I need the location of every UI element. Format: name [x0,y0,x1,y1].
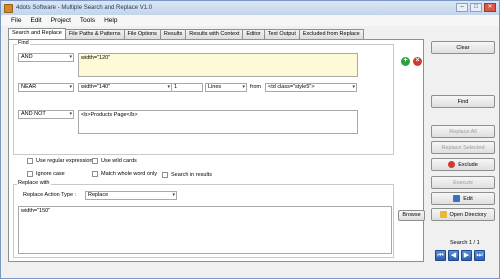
find-operator-2[interactable]: NEAR [18,83,74,92]
maximize-button[interactable]: □ [470,3,482,12]
replace-text-input[interactable]: width="150" [18,206,392,254]
find-text-2[interactable]: width="140" [78,83,172,92]
menu-file[interactable]: File [11,17,21,24]
menu-edit[interactable]: Edit [30,17,41,24]
ignore-case-checkbox[interactable]: Ignore case [27,171,65,177]
tab-file-options[interactable]: File Options [123,29,161,39]
exclude-label: Exclude [458,161,478,168]
find-button[interactable]: Find [431,95,495,108]
tab-excluded-from-replace[interactable]: Excluded from Replace [298,29,364,39]
exclude-icon [448,161,456,168]
search-in-results-checkbox-box[interactable] [162,172,168,178]
execute-button[interactable]: Execute [431,176,495,189]
tab-results[interactable]: Results [159,29,187,39]
remove-condition-icon[interactable]: × [413,57,422,66]
whole-word-label: Match whole word only [101,171,157,177]
find-text-3[interactable]: <b>Products Page</b> [78,110,358,134]
window-title: 4dots Software - Multiple Search and Rep… [16,5,153,11]
tab-strip: Search and Replace File Paths & Patterns… [8,28,364,39]
tab-file-paths[interactable]: File Paths & Patterns [64,29,125,39]
whole-word-checkbox-box[interactable] [92,171,98,177]
clear-label: Clear [456,44,470,51]
regex-label: Use regular expression [36,158,93,164]
app-window: 4dots Software - Multiple Search and Rep… [0,0,500,279]
exclude-button[interactable]: Exclude [431,158,495,171]
open-directory-label: Open Directory [449,211,487,218]
menu-project[interactable]: Project [51,17,71,24]
find-group-label: Find [17,40,30,46]
execute-label: Execute [453,179,473,186]
app-logo-icon [4,3,13,13]
near-count-input[interactable]: 1 [171,83,203,92]
edit-button[interactable]: Edit [431,192,495,205]
tab-search-and-replace[interactable]: Search and Replace [8,28,66,39]
replace-group-label: Replace with [17,180,51,186]
window-controls: – □ ✕ [456,3,496,12]
replace-action-select[interactable]: Replace [85,191,177,200]
clear-button[interactable]: Clear [431,41,495,54]
add-condition-icon[interactable]: + [401,57,410,66]
menu-help[interactable]: Help [104,17,117,24]
first-result-button[interactable]: ⏮ [435,250,446,261]
menu-bar: File Edit Project Tools Help [1,15,499,26]
search-counter: Search 1 / 1 [450,240,480,246]
wildcards-label: Use wild cards [101,158,137,164]
tab-text-output[interactable]: Text Output [263,29,300,39]
tab-editor[interactable]: Editor [242,29,265,39]
folder-icon [439,211,447,218]
find-operator-3[interactable]: AND NOT [18,110,74,119]
edit-label: Edit [463,195,473,202]
whole-word-checkbox[interactable]: Match whole word only [92,171,157,177]
browse-button[interactable]: Browse [398,210,425,221]
near-from-select[interactable]: <td class="style5"> [265,83,357,92]
near-unit-select[interactable]: Lines [205,83,247,92]
regex-checkbox[interactable]: Use regular expression [27,158,93,164]
edit-icon [453,195,461,202]
from-label: from [250,84,261,90]
replace-selected-label: Replace Selected [441,144,485,151]
wildcards-checkbox[interactable]: Use wild cards [92,158,137,164]
search-in-results-label: Search in results [171,172,212,178]
menu-tools[interactable]: Tools [80,17,95,24]
wildcards-checkbox-box[interactable] [92,158,98,164]
close-button[interactable]: ✕ [484,3,496,12]
title-bar: 4dots Software - Multiple Search and Rep… [1,1,499,15]
next-result-button[interactable]: ▶ [461,250,472,261]
open-directory-button[interactable]: Open Directory [431,208,495,221]
minimize-button[interactable]: – [456,3,468,12]
replace-all-button[interactable]: Replace All [431,125,495,138]
ignore-case-label: Ignore case [36,171,65,177]
previous-result-button[interactable]: ◀ [448,250,459,261]
find-label: Find [457,98,469,105]
status-bar [1,267,499,278]
replace-selected-button[interactable]: Replace Selected [431,141,495,154]
replace-all-label: Replace All [449,128,477,135]
regex-checkbox-box[interactable] [27,158,33,164]
tab-results-with-context[interactable]: Results with Context [185,29,244,39]
search-replace-panel: Find AND width="120" + × NEAR width="140… [8,39,425,262]
search-in-results-checkbox[interactable]: Search in results [162,172,212,178]
replace-action-label: Replace Action Type : [23,192,77,198]
ignore-case-checkbox-box[interactable] [27,171,33,177]
find-operator-1[interactable]: AND [18,53,74,62]
last-result-button[interactable]: ⏭ [474,250,485,261]
find-text-1[interactable]: width="120" [78,53,358,77]
